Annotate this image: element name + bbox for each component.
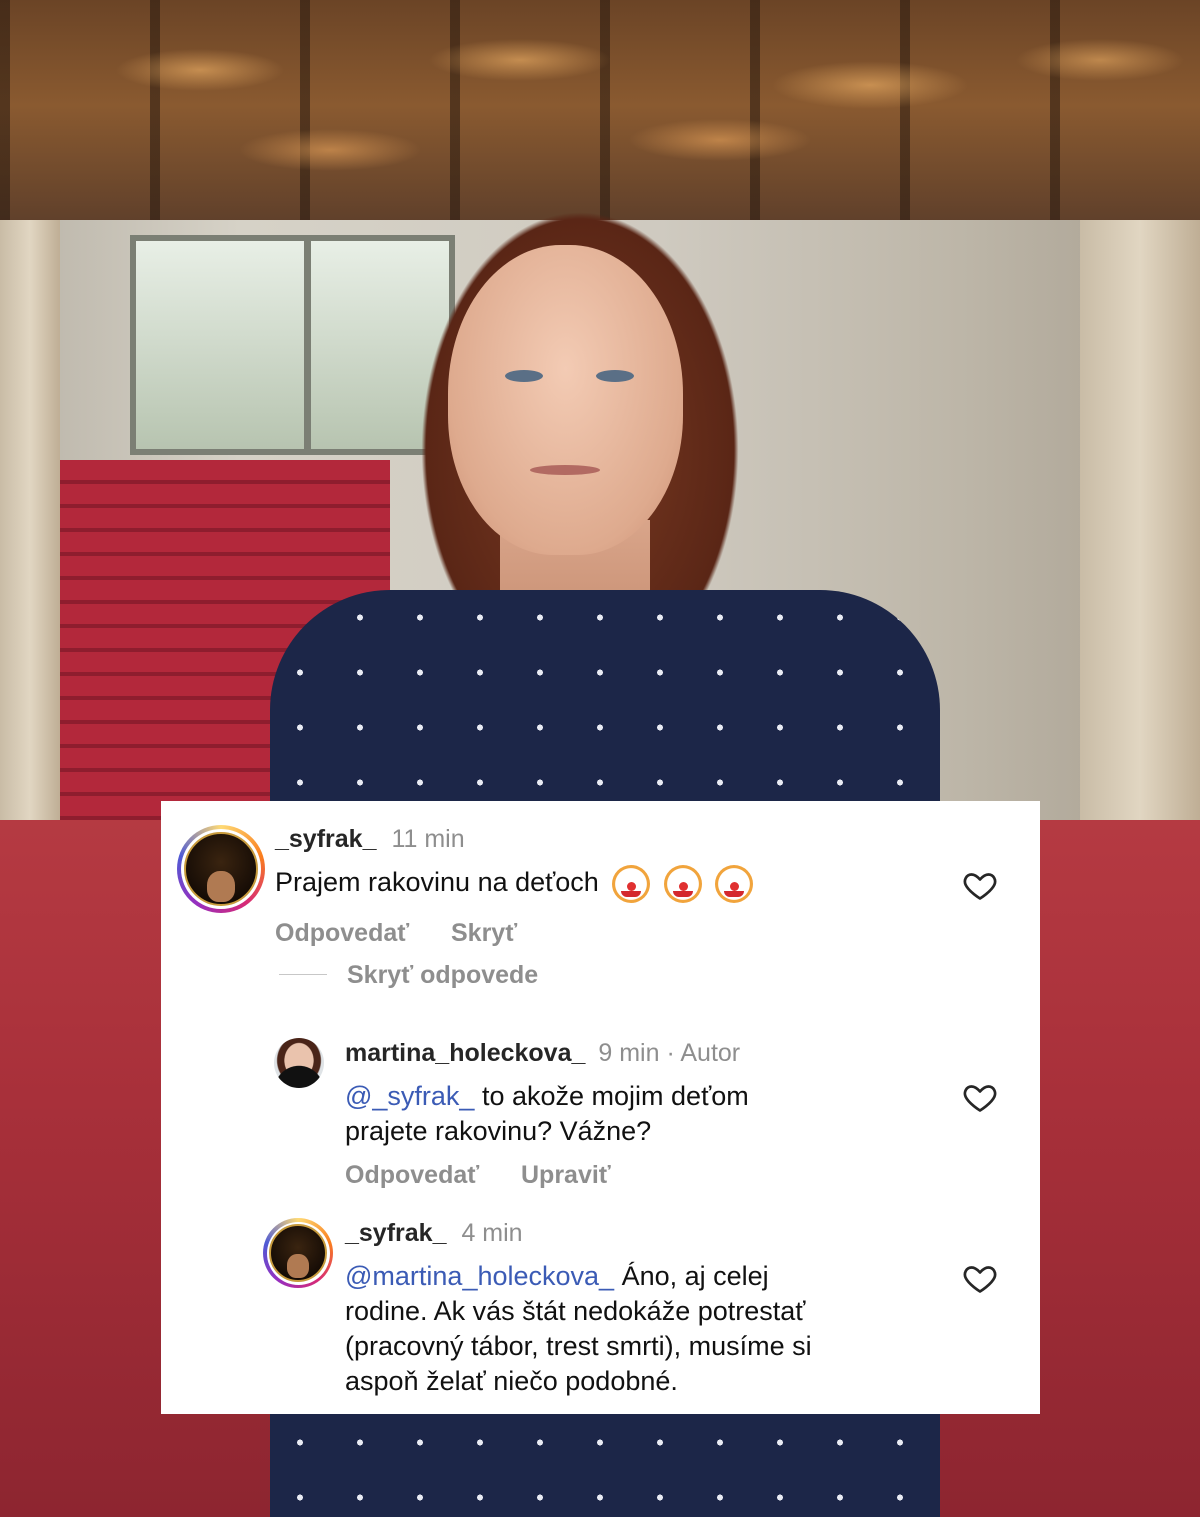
reply-header: martina_holeckova_ 9 min · Autor (345, 1039, 741, 1067)
heart-icon[interactable] (961, 1079, 999, 1115)
comment-card: _syfrak_ 11 min Prajem rakovinu na deťoc… (161, 801, 1040, 1414)
heart-icon[interactable] (961, 867, 999, 903)
edit-button[interactable]: Upraviť (521, 1161, 611, 1190)
kaiser-logo (184, 832, 258, 906)
reply-text-line: prajete rakovinu? Vážne? (345, 1116, 652, 1146)
clown-face-icon (715, 865, 754, 903)
comment-header: _syfrak_ 11 min (275, 825, 465, 854)
username[interactable]: _syfrak_ (275, 825, 376, 853)
kaiser-logo (269, 1224, 327, 1282)
reply-text-line: rodine. Ak vás štát nedokáže potrestať (345, 1296, 806, 1326)
reply-button[interactable]: Odpovedať (345, 1161, 479, 1190)
clown-face-icon (612, 865, 651, 903)
avatar[interactable] (263, 1218, 333, 1288)
mention-link[interactable]: @_syfrak_ (345, 1081, 474, 1111)
reply-text-line: to akože mojim deťom (481, 1081, 749, 1111)
comment-text-row: Prajem rakovinu na deťoch (275, 865, 754, 903)
author-badge: Autor (680, 1039, 741, 1067)
reply-text-line: Áno, aj celej (621, 1261, 769, 1291)
heart-icon[interactable] (961, 1260, 999, 1296)
comment-text: Prajem rakovinu na deťoch (275, 867, 599, 898)
avatar[interactable] (274, 1038, 324, 1088)
woman-eye (596, 370, 634, 382)
username[interactable]: _syfrak_ (345, 1219, 446, 1247)
divider-line (279, 974, 327, 975)
avatar[interactable] (177, 825, 265, 913)
timestamp: 9 min (598, 1039, 660, 1067)
timestamp: 11 min (391, 825, 465, 853)
timestamp: 4 min (461, 1219, 523, 1247)
woman-mouth (530, 465, 600, 475)
hide-replies-button[interactable]: Skryť odpovede (347, 961, 538, 990)
hide-button[interactable]: Skryť (451, 919, 517, 948)
woman-face (448, 245, 683, 555)
reply-text: @martina_holeckova_ Áno, aj celej rodine… (345, 1259, 812, 1399)
clown-face-icon (663, 865, 702, 903)
reply-text: @_syfrak_ to akože mojim deťom prajete r… (345, 1079, 749, 1149)
reply-text-line: aspoň želať niečo podobné. (345, 1366, 678, 1396)
reply-text-line: (pracovný tábor, trest smrti), musíme si (345, 1331, 812, 1361)
reply-button[interactable]: Odpovedať (275, 919, 409, 948)
window (130, 235, 310, 455)
reply-header: _syfrak_ 4 min (345, 1219, 523, 1248)
woman-eye (505, 370, 543, 382)
username[interactable]: martina_holeckova_ (345, 1039, 585, 1067)
mention-link[interactable]: @martina_holeckova_ (345, 1261, 614, 1291)
